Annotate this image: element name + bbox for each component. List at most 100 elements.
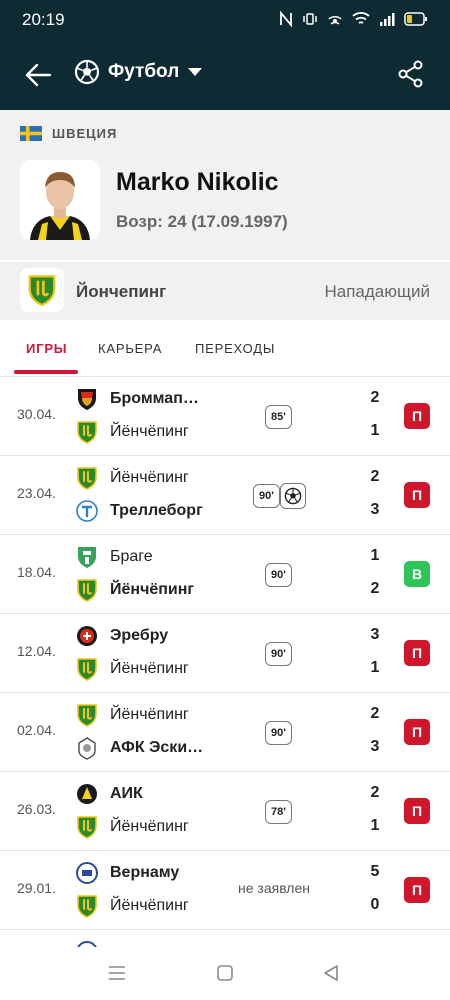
match-list: 30.04. Броммап… Йёнчёпинг 85' 2 1 П 23.0… [0, 377, 450, 947]
varnamo-crest-icon [76, 862, 98, 884]
result-badge-loss: П [404, 482, 430, 508]
match-date: 30.04. [17, 406, 56, 422]
active-tab-indicator [14, 370, 78, 374]
hotspot-icon [328, 15, 342, 25]
away-team-name: Йёнчёпинг [110, 818, 189, 835]
soccer-ball-icon [284, 487, 302, 505]
match-row[interactable]: 12.04. Эребру Йёнчёпинг 90' 3 1 П [0, 614, 450, 693]
away-score: 1 [370, 817, 380, 834]
jonkoping-crest-icon [77, 467, 97, 490]
brommapojkarna-crest-icon [78, 389, 96, 410]
orebro-crest-icon [77, 626, 97, 646]
home-score: 2 [370, 784, 380, 801]
brage-crest-icon [78, 547, 96, 568]
country: ШВЕЦИЯ [20, 126, 117, 141]
result-badge-loss: П [404, 719, 430, 745]
back-icon[interactable] [322, 964, 340, 982]
away-team: Йёнчёпинг [76, 578, 194, 602]
player-photo [20, 160, 100, 240]
home-score: 3 [370, 626, 380, 643]
match-date: 02.04. [17, 722, 56, 738]
match-row[interactable]: 29.01. Вернаму Йёнчёпинг не заявлен 5 0 … [0, 851, 450, 930]
match-date: 29.01. [17, 880, 56, 896]
tab-transfers[interactable]: ПЕРЕХОДЫ [195, 341, 275, 356]
away-score: 1 [370, 422, 380, 439]
jonkoping-crest-icon [77, 895, 97, 918]
match-row[interactable]: 02.04. Йёнчёпинг АФК Эски… 90' 2 3 П [0, 693, 450, 772]
away-score: 2 [370, 580, 380, 597]
away-score: 1 [370, 659, 380, 676]
match-row[interactable]: 18.04. Браге Йёнчёпинг 90' 1 2 В [0, 535, 450, 614]
sport-selector[interactable]: Футбол [74, 59, 203, 85]
home-score: 1 [370, 547, 380, 564]
away-team-name: АФК Эски… [110, 739, 204, 756]
home-team-name: Йёнчёпинг [110, 469, 189, 486]
home-score: 2 [370, 468, 380, 485]
result-badge-loss: П [404, 877, 430, 903]
away-score: 3 [370, 501, 380, 518]
home-team: АИК [76, 782, 143, 806]
home-team: Йёнчёпинг [76, 466, 189, 490]
home-team: Вернаму [76, 861, 179, 885]
back-arrow-icon[interactable] [24, 61, 52, 89]
dropdown-caret-icon [188, 68, 203, 76]
player-position: Нападающий [324, 282, 431, 301]
share-icon[interactable] [398, 60, 424, 88]
away-team: Йёнчёпинг [76, 815, 189, 839]
jonkoping-crest-icon [77, 421, 97, 444]
result-badge-loss: П [404, 640, 430, 666]
away-score: 0 [370, 896, 380, 913]
team-crest-icon [77, 941, 97, 947]
team-bar[interactable]: Йончепинг Нападающий [0, 262, 450, 320]
player-header: ШВЕЦИЯ Marko Nikolic Возр: 24 (17.09.199… [0, 110, 450, 260]
home-icon[interactable] [216, 964, 234, 982]
tab-bar: ИГРЫ КАРЬЕРА ПЕРЕХОДЫ [0, 320, 450, 377]
tab-career[interactable]: КАРЬЕРА [98, 341, 162, 356]
wifi-icon [352, 12, 370, 24]
minutes-played-badge: 90' [265, 563, 292, 587]
system-nav-bar [0, 948, 450, 1000]
home-team-name: Эребру [110, 627, 169, 644]
home-team-name: Йёнчёпинг [110, 706, 189, 723]
status-bar: 20:19 [0, 0, 450, 40]
result-badge-loss: П [404, 403, 430, 429]
match-date: 26.03. [17, 801, 56, 817]
away-team-name: Йёнчёпинг [110, 581, 195, 598]
away-team-name: Йёнчёпинг [110, 660, 189, 677]
home-team-name: АИК [110, 785, 143, 802]
battery-icon [404, 12, 427, 26]
match-row[interactable]: 30.04. Броммап… Йёнчёпинг 85' 2 1 П [0, 377, 450, 456]
away-team-name: Треллеборг [110, 502, 203, 519]
jonkoping-crest-icon [77, 704, 97, 727]
minutes-played-badge: 85' [265, 405, 292, 429]
match-row[interactable]: 26.03. АИК Йёнчёпинг 78' 2 1 П [0, 772, 450, 851]
away-team-name: Йёнчёпинг [110, 423, 189, 440]
soccer-ball-icon [74, 59, 100, 85]
home-score: 5 [370, 863, 380, 880]
signal-icon [380, 13, 395, 26]
home-team: Эребру [76, 624, 168, 648]
minutes-played-badge: 90' [265, 721, 292, 745]
away-team: Йёнчёпинг [76, 894, 189, 918]
recents-menu-icon[interactable] [108, 965, 126, 981]
away-team: Йёнчёпинг [76, 657, 189, 681]
tab-games[interactable]: ИГРЫ [26, 341, 67, 356]
player-name: Marko Nikolic [116, 168, 279, 196]
not-listed-label: не заявлен [238, 880, 310, 896]
home-score: 2 [370, 705, 380, 722]
minutes-played-badge: 90' [265, 642, 292, 666]
match-row[interactable]: 23.04. Йёнчёпинг Треллеборг 90' 2 3 П [0, 456, 450, 535]
aik-crest-icon [77, 784, 97, 804]
jonkoping-crest-icon [77, 816, 97, 839]
away-team: Йёнчёпинг [76, 420, 189, 444]
vibrate-icon [303, 13, 317, 25]
match-row-partial[interactable] [0, 930, 450, 947]
team-logo [20, 268, 64, 312]
away-score: 3 [370, 738, 380, 755]
sport-label: Футбол [108, 61, 180, 82]
jonkoping-crest-icon [77, 658, 97, 681]
match-date: 18.04. [17, 564, 56, 580]
home-team: Браге [76, 545, 153, 569]
minutes-played-badge: 78' [265, 800, 292, 824]
jonkoping-crest-icon [28, 275, 56, 307]
